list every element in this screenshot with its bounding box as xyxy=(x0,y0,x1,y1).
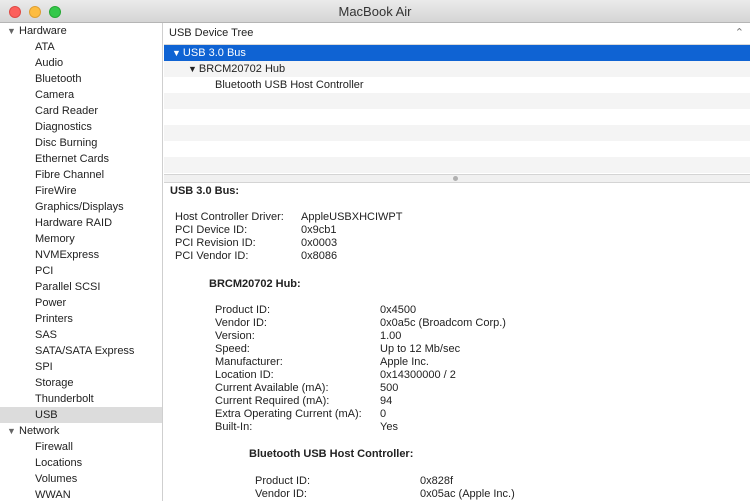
field-label-vendor-id: Vendor ID: xyxy=(215,317,267,329)
tree-row-empty xyxy=(164,157,750,173)
field-label-version: Version: xyxy=(215,330,255,342)
sidebar-item-ata[interactable]: ATA xyxy=(0,39,162,55)
sidebar-item-camera[interactable]: Camera xyxy=(0,87,162,103)
sidebar-item-usb[interactable]: USB xyxy=(0,407,162,423)
field-value-pci-vendor-id: 0x8086 xyxy=(301,250,338,262)
disclosure-triangle-icon[interactable]: ▼ xyxy=(188,64,197,74)
field-label-built-in: Built-In: xyxy=(215,421,253,433)
tree-row-empty xyxy=(164,141,750,157)
field-label-pci-revision-id: PCI Revision ID: xyxy=(175,237,256,249)
split-view-divider[interactable] xyxy=(164,174,750,183)
field-label-current-available-ma: Current Available (mA): xyxy=(215,382,329,394)
field-value-location-id: 0x14300000 / 2 xyxy=(380,369,456,381)
sidebar[interactable]: ▼ Hardware ATA Audio Bluetooth Camera Card Rea… xyxy=(0,23,163,501)
field-value-vendor-id: 0x05ac (Apple Inc.) xyxy=(420,488,515,500)
sidebar-item-storage[interactable]: Storage xyxy=(0,375,162,391)
tree-header[interactable]: USB Device Tree ⌃ xyxy=(164,23,750,45)
sidebar-item-memory[interactable]: Memory xyxy=(0,231,162,247)
field-label-current-required-ma: Current Required (mA): xyxy=(215,395,330,407)
sidebar-item-firewire[interactable]: FireWire xyxy=(0,183,162,199)
sidebar-item-pci[interactable]: PCI xyxy=(0,263,162,279)
detail-pane: USB 3.0 Bus: Host Controller Driver: Apple… xyxy=(164,183,750,501)
sidebar-item-power[interactable]: Power xyxy=(0,295,162,311)
sidebar-item-bluetooth[interactable]: Bluetooth xyxy=(0,71,162,87)
sidebar-category-label: Hardware xyxy=(19,25,67,37)
disclosure-triangle-icon[interactable]: ▼ xyxy=(7,423,16,439)
field-value-built-in: Yes xyxy=(380,421,398,433)
tree-row-empty xyxy=(164,93,750,109)
title-bar: MacBook Air xyxy=(0,0,750,23)
sidebar-item-firewall[interactable]: Firewall xyxy=(0,439,162,455)
field-value-host-controller-driver: AppleUSBXHCIWPT xyxy=(301,211,403,223)
section-title-controller: Bluetooth USB Host Controller: xyxy=(249,448,414,460)
sidebar-item-sata-sata-express[interactable]: SATA/SATA Express xyxy=(0,343,162,359)
field-value-pci-revision-id: 0x0003 xyxy=(301,237,338,249)
field-label-host-controller-driver: Host Controller Driver: xyxy=(175,211,284,223)
field-label-pci-device-id: PCI Device ID: xyxy=(175,224,248,236)
disclosure-triangle-icon[interactable]: ▼ xyxy=(172,48,181,58)
field-label-manufacturer: Manufacturer: xyxy=(215,356,283,368)
tree-row-usb-3-0-bus[interactable]: ▼ USB 3.0 Bus xyxy=(164,45,750,61)
field-label-speed: Speed: xyxy=(215,343,250,355)
sidebar-category-network[interactable]: ▼ Network xyxy=(0,423,162,439)
field-label-pci-vendor-id: PCI Vendor ID: xyxy=(175,250,249,262)
usb-device-tree[interactable]: ▼ USB 3.0 Bus ▼ BRCM20702 Hub Bluetooth USB … xyxy=(164,45,750,174)
sidebar-item-diagnostics[interactable]: Diagnostics xyxy=(0,119,162,135)
divider-handle-icon[interactable] xyxy=(453,176,458,181)
tree-row-empty xyxy=(164,125,750,141)
field-value-extra-operating-current-ma: 0 xyxy=(380,408,387,420)
disclosure-triangle-icon[interactable]: ▼ xyxy=(7,23,16,39)
window-title: MacBook Air xyxy=(338,4,412,19)
sidebar-item-audio[interactable]: Audio xyxy=(0,55,162,71)
field-value-vendor-id: 0x0a5c (Broadcom Corp.) xyxy=(380,317,506,329)
field-value-current-required-ma: 94 xyxy=(380,395,393,407)
sidebar-item-hardware-raid[interactable]: Hardware RAID xyxy=(0,215,162,231)
sidebar-item-card-reader[interactable]: Card Reader xyxy=(0,103,162,119)
field-value-manufacturer: Apple Inc. xyxy=(380,356,429,368)
sort-chevron-up-icon[interactable]: ⌃ xyxy=(735,26,744,39)
sidebar-item-disc-burning[interactable]: Disc Burning xyxy=(0,135,162,151)
field-value-pci-device-id: 0x9cb1 xyxy=(301,224,337,236)
section-title-bus: USB 3.0 Bus: xyxy=(170,185,240,197)
sidebar-item-locations[interactable]: Locations xyxy=(0,455,162,471)
sidebar-item-spi[interactable]: SPI xyxy=(0,359,162,375)
field-value-product-id: 0x4500 xyxy=(380,304,417,316)
section-title-hub: BRCM20702 Hub: xyxy=(209,278,301,290)
sidebar-category-label: Network xyxy=(19,425,60,437)
tree-row-brcm20702-hub[interactable]: ▼ BRCM20702 Hub xyxy=(164,61,750,77)
sidebar-item-ethernet-cards[interactable]: Ethernet Cards xyxy=(0,151,162,167)
sidebar-item-graphics-displays[interactable]: Graphics/Displays xyxy=(0,199,162,215)
sidebar-item-volumes[interactable]: Volumes xyxy=(0,471,162,487)
field-label-location-id: Location ID: xyxy=(215,369,274,381)
sidebar-item-parallel-scsi[interactable]: Parallel SCSI xyxy=(0,279,162,295)
field-label-extra-operating-current-ma: Extra Operating Current (mA): xyxy=(215,408,362,420)
tree-row-label: USB 3.0 Bus xyxy=(182,47,246,59)
field-label-vendor-id: Vendor ID: xyxy=(255,488,307,500)
sidebar-item-printers[interactable]: Printers xyxy=(0,311,162,327)
field-label-product-id: Product ID: xyxy=(215,304,271,316)
sidebar-item-fibre-channel[interactable]: Fibre Channel xyxy=(0,167,162,183)
field-value-current-available-ma: 500 xyxy=(380,382,399,394)
tree-row-bluetooth-usb-host-controller[interactable]: Bluetooth USB Host Controller xyxy=(164,77,750,93)
tree-header-label: USB Device Tree xyxy=(169,27,254,39)
field-label-product-id: Product ID: xyxy=(255,475,311,487)
sidebar-item-nvmexpress[interactable]: NVMExpress xyxy=(0,247,162,263)
sidebar-item-thunderbolt[interactable]: Thunderbolt xyxy=(0,391,162,407)
tree-row-empty xyxy=(164,109,750,125)
field-value-version: 1.00 xyxy=(380,330,402,342)
sidebar-item-sas[interactable]: SAS xyxy=(0,327,162,343)
field-value-product-id: 0x828f xyxy=(420,475,454,487)
tree-row-label: Bluetooth USB Host Controller xyxy=(215,79,364,91)
field-value-speed: Up to 12 Mb/sec xyxy=(380,343,461,355)
sidebar-item-wwan[interactable]: WWAN xyxy=(0,487,162,501)
sidebar-category-hardware[interactable]: ▼ Hardware xyxy=(0,23,162,39)
tree-row-label: BRCM20702 Hub xyxy=(198,63,286,75)
